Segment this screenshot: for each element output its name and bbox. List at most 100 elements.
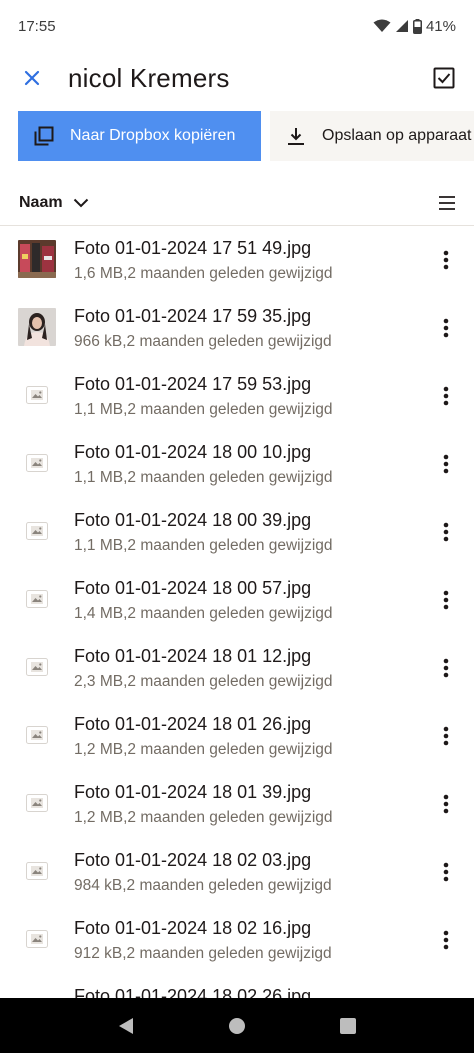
more-options-button[interactable] bbox=[430, 308, 462, 348]
wifi-icon bbox=[373, 19, 391, 33]
more-options-button[interactable] bbox=[430, 784, 462, 824]
image-file-icon bbox=[18, 988, 56, 998]
more-options-button[interactable] bbox=[430, 512, 462, 552]
battery-level: 41% bbox=[425, 17, 456, 35]
battery-icon bbox=[412, 18, 422, 34]
file-row[interactable]: Foto 01-01-2024 18 01 26.jpg 1,2 MB,2 maa… bbox=[0, 704, 474, 772]
copy-to-dropbox-label: Naar Dropbox kopiëren bbox=[70, 127, 236, 144]
file-meta: 1,1 MB,2 maanden geleden gewijzigd bbox=[74, 469, 333, 486]
more-options-button[interactable] bbox=[430, 920, 462, 960]
file-row[interactable]: Foto 01-01-2024 18 01 12.jpg 2,3 MB,2 maa… bbox=[0, 636, 474, 704]
more-options-button[interactable] bbox=[430, 852, 462, 892]
back-button[interactable] bbox=[106, 1006, 146, 1046]
file-row[interactable]: Foto 01-01-2024 17 51 49.jpg 1,6 MB,2 maa… bbox=[0, 228, 474, 296]
recents-button[interactable] bbox=[328, 1006, 368, 1046]
more-vertical-icon bbox=[443, 522, 449, 542]
image-file-icon bbox=[18, 852, 56, 890]
cellular-signal-icon bbox=[395, 19, 409, 33]
back-triangle-icon bbox=[118, 1017, 133, 1034]
file-name: Foto 01-01-2024 18 02 26.jpg bbox=[74, 986, 312, 998]
image-file-icon bbox=[18, 376, 56, 414]
view-mode-button[interactable] bbox=[438, 195, 456, 211]
download-icon bbox=[270, 126, 322, 146]
more-vertical-icon bbox=[443, 318, 449, 338]
copy-to-dropbox-button[interactable]: Naar Dropbox kopiëren bbox=[18, 111, 261, 161]
status-time: 17:55 bbox=[18, 17, 56, 35]
more-vertical-icon bbox=[443, 794, 449, 814]
file-name: Foto 01-01-2024 18 02 16.jpg bbox=[74, 918, 312, 938]
more-options-button[interactable] bbox=[430, 444, 462, 484]
system-nav-bar bbox=[0, 998, 474, 1053]
file-row[interactable]: Foto 01-01-2024 18 00 10.jpg 1,1 MB,2 maa… bbox=[0, 432, 474, 500]
home-circle-icon bbox=[228, 1017, 245, 1034]
app-header: nicol Kremers bbox=[0, 52, 474, 104]
file-name: Foto 01-01-2024 17 59 35.jpg bbox=[74, 306, 312, 326]
file-meta: 2,3 MB,2 maanden geleden gewijzigd bbox=[74, 673, 333, 690]
chevron-down-icon bbox=[73, 198, 88, 207]
file-row[interactable]: Foto 01-01-2024 18 02 16.jpg 912 kB,2 maa… bbox=[0, 908, 474, 976]
file-meta: 912 kB,2 maanden geleden gewijzigd bbox=[74, 945, 332, 962]
photo-thumbnail bbox=[18, 240, 56, 278]
file-row[interactable]: Foto 01-01-2024 18 01 39.jpg 1,2 MB,2 maa… bbox=[0, 772, 474, 840]
more-options-button[interactable] bbox=[430, 240, 462, 280]
file-row[interactable]: Foto 01-01-2024 17 59 35.jpg 966 kB,2 maa… bbox=[0, 296, 474, 364]
file-name: Foto 01-01-2024 17 59 53.jpg bbox=[74, 374, 312, 394]
file-name: Foto 01-01-2024 18 01 12.jpg bbox=[74, 646, 312, 666]
sort-by-button[interactable]: Naam bbox=[19, 194, 438, 212]
file-meta: 966 kB,2 maanden geleden gewijzigd bbox=[74, 333, 332, 350]
home-button[interactable] bbox=[217, 1006, 257, 1046]
status-icons: 41% bbox=[373, 18, 456, 35]
more-options-button[interactable] bbox=[430, 648, 462, 688]
list-view-icon bbox=[439, 195, 455, 210]
save-to-device-label: Opslaan op apparaat bbox=[322, 127, 472, 144]
image-file-icon bbox=[18, 512, 56, 550]
more-vertical-icon bbox=[443, 250, 449, 270]
file-meta: 984 kB,2 maanden geleden gewijzigd bbox=[74, 877, 332, 894]
file-row[interactable]: Foto 01-01-2024 18 02 26.jpg bbox=[0, 976, 474, 998]
image-file-icon bbox=[18, 784, 56, 822]
photo-thumbnail bbox=[18, 308, 56, 346]
file-meta: 1,4 MB,2 maanden geleden gewijzigd bbox=[74, 605, 333, 622]
close-icon bbox=[24, 70, 40, 86]
close-button[interactable] bbox=[0, 52, 64, 104]
more-vertical-icon bbox=[443, 658, 449, 678]
image-file-icon bbox=[18, 920, 56, 958]
file-name: Foto 01-01-2024 18 00 57.jpg bbox=[74, 578, 312, 598]
more-vertical-icon bbox=[443, 862, 449, 882]
sort-bar: Naam bbox=[0, 180, 474, 226]
more-options-button[interactable] bbox=[430, 716, 462, 756]
more-vertical-icon bbox=[443, 930, 449, 950]
more-vertical-icon bbox=[443, 726, 449, 746]
sort-label: Naam bbox=[19, 193, 63, 211]
page-title: nicol Kremers bbox=[68, 62, 230, 93]
more-options-button[interactable] bbox=[430, 376, 462, 416]
file-meta: 1,6 MB,2 maanden geleden gewijzigd bbox=[74, 265, 333, 282]
more-vertical-icon bbox=[443, 386, 449, 406]
image-file-icon bbox=[18, 716, 56, 754]
file-meta: 1,1 MB,2 maanden geleden gewijzigd bbox=[74, 401, 333, 418]
recents-square-icon bbox=[340, 1017, 357, 1034]
file-meta: 1,2 MB,2 maanden geleden gewijzigd bbox=[74, 741, 333, 758]
file-name: Foto 01-01-2024 18 01 39.jpg bbox=[74, 782, 312, 802]
image-file-icon bbox=[18, 580, 56, 618]
image-file-icon bbox=[18, 444, 56, 482]
file-meta: 1,1 MB,2 maanden geleden gewijzigd bbox=[74, 537, 333, 554]
file-name: Foto 01-01-2024 18 00 39.jpg bbox=[74, 510, 312, 530]
action-buttons: Naar Dropbox kopiëren Opslaan op apparaa… bbox=[18, 111, 474, 161]
file-row[interactable]: Foto 01-01-2024 18 00 57.jpg 1,4 MB,2 maa… bbox=[0, 568, 474, 636]
file-row[interactable]: Foto 01-01-2024 17 59 53.jpg 1,1 MB,2 maa… bbox=[0, 364, 474, 432]
file-row[interactable]: Foto 01-01-2024 18 02 03.jpg 984 kB,2 maa… bbox=[0, 840, 474, 908]
more-vertical-icon bbox=[443, 454, 449, 474]
file-list: Foto 01-01-2024 17 51 49.jpg 1,6 MB,2 maa… bbox=[0, 228, 474, 998]
save-to-device-button[interactable]: Opslaan op apparaat bbox=[270, 111, 474, 161]
file-name: Foto 01-01-2024 18 01 26.jpg bbox=[74, 714, 312, 734]
file-name: Foto 01-01-2024 17 51 49.jpg bbox=[74, 238, 312, 258]
file-name: Foto 01-01-2024 18 02 03.jpg bbox=[74, 850, 312, 870]
file-name: Foto 01-01-2024 18 00 10.jpg bbox=[74, 442, 312, 462]
more-vertical-icon bbox=[443, 590, 449, 610]
copy-icon bbox=[18, 126, 70, 146]
more-options-button[interactable] bbox=[430, 580, 462, 620]
status-bar: 17:55 41% bbox=[0, 0, 474, 52]
select-mode-button[interactable] bbox=[414, 52, 474, 104]
file-row[interactable]: Foto 01-01-2024 18 00 39.jpg 1,1 MB,2 maa… bbox=[0, 500, 474, 568]
